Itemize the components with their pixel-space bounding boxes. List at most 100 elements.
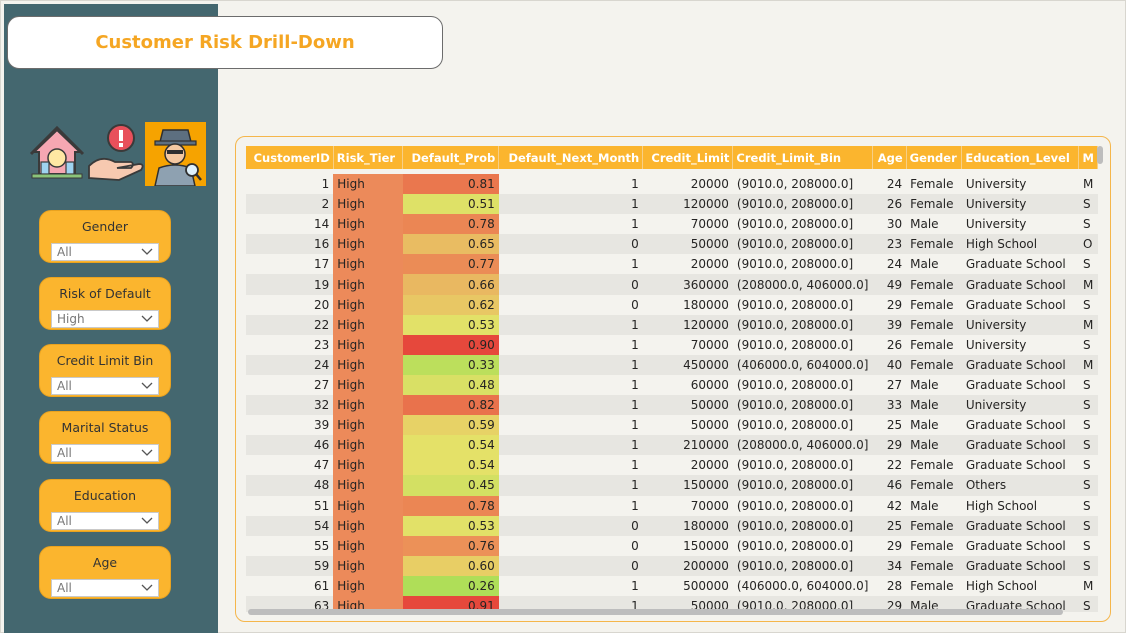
table-cell: 120000 <box>642 314 733 335</box>
table-cell: (9010.0, 208000.0] <box>732 415 873 436</box>
table-row[interactable]: 27 High 0.48 1 60000 (9010.0, 208000.0] 27 Male… <box>246 374 1098 396</box>
table-row[interactable]: 54 High 0.53 0 180000 (9010.0, 208000.0] 25 Fem… <box>246 515 1098 536</box>
slicer-credit-limit-bin[interactable]: Credit Limit Bin All <box>39 344 171 397</box>
column-header[interactable]: Education_Level <box>961 146 1080 169</box>
table-cell: 29 <box>872 294 907 315</box>
table-cell: 23 <box>872 234 907 255</box>
table-row[interactable]: 51 High 0.78 1 70000 (9010.0, 208000.0] 42 Male… <box>246 495 1098 516</box>
table-cell: High <box>333 515 403 536</box>
slicer-dropdown[interactable]: All <box>51 512 159 530</box>
table-cell: 46 <box>246 435 334 456</box>
table-row[interactable]: 46 High 0.54 1 210000 (208000.0, 406000.0] 29 M… <box>246 435 1098 456</box>
table-cell: 47 <box>246 455 334 476</box>
column-header[interactable]: Gender <box>906 146 963 169</box>
table-row[interactable]: 20 High 0.62 0 180000 (9010.0, 208000.0] 29 Fem… <box>246 294 1098 315</box>
customer-table-viewport[interactable]: CustomerID Risk_Tier Default_Prob Defaul… <box>246 146 1098 612</box>
table-cell: S <box>1078 515 1098 536</box>
horizontal-scrollbar[interactable] <box>248 609 1063 615</box>
slicer-gender[interactable]: Gender All <box>39 210 171 263</box>
table-cell: 0 <box>498 234 643 255</box>
slicer-dropdown[interactable]: All <box>51 377 159 395</box>
table-cell: 30 <box>872 214 907 235</box>
table-row[interactable]: 24 High 0.33 1 450000 (406000.0, 604000.0] 40 F… <box>246 354 1098 375</box>
table-cell: 24 <box>872 174 907 195</box>
slicer-education[interactable]: Education All <box>39 479 171 532</box>
slicer-dropdown[interactable]: All <box>51 579 159 597</box>
table-row[interactable]: 48 High 0.45 1 150000 (9010.0, 208000.0] 46 Fem… <box>246 475 1098 496</box>
slicer-value: High <box>57 312 85 326</box>
table-cell: 70000 <box>642 334 733 355</box>
table-row[interactable]: 32 High 0.82 1 50000 (9010.0, 208000.0] 33 Male… <box>246 395 1098 416</box>
table-cell: O <box>1078 234 1098 255</box>
table-cell: High <box>333 415 403 436</box>
table-cell: High <box>333 194 403 215</box>
table-row[interactable]: 17 High 0.77 1 20000 (9010.0, 208000.0] 24 Male… <box>246 254 1098 275</box>
column-header[interactable]: CustomerID <box>246 146 334 169</box>
column-header[interactable]: Default_Prob <box>402 146 500 169</box>
table-cell: 0 <box>498 555 643 576</box>
table-row[interactable]: 16 High 0.65 0 50000 (9010.0, 208000.0] 23 Fema… <box>246 234 1098 255</box>
house-icon <box>28 122 88 186</box>
table-cell: 0.45 <box>402 475 499 496</box>
table-cell: 0 <box>498 294 643 315</box>
table-cell: 0.54 <box>402 455 499 476</box>
table-cell: Male <box>906 254 962 275</box>
table-cell: High <box>333 234 403 255</box>
table-cell: 24 <box>246 354 334 375</box>
slicer-risk-of-default[interactable]: Risk of Default High <box>39 277 171 330</box>
table-row[interactable]: 47 High 0.54 1 20000 (9010.0, 208000.0] 22 Fema… <box>246 455 1098 476</box>
table-row[interactable]: 22 High 0.53 1 120000 (9010.0, 208000.0] 39 Fem… <box>246 314 1098 335</box>
table-row[interactable]: 2 High 0.51 1 120000 (9010.0, 208000.0] 26 Fema… <box>246 194 1098 215</box>
table-cell: Female <box>906 475 962 496</box>
table-row[interactable]: 59 High 0.60 0 200000 (9010.0, 208000.0] 34 Fem… <box>246 555 1098 576</box>
table-cell: High <box>333 354 403 375</box>
table-cell: High <box>333 395 403 416</box>
table-cell: M <box>1078 354 1098 375</box>
column-header[interactable]: Credit_Limit <box>642 146 734 169</box>
table-cell: 40 <box>872 354 907 375</box>
table-cell: (9010.0, 208000.0] <box>732 194 873 215</box>
chevron-down-icon <box>141 382 153 389</box>
table-row[interactable]: 23 High 0.90 1 70000 (9010.0, 208000.0] 26 Fema… <box>246 334 1098 355</box>
table-row[interactable]: 1 High 0.81 1 20000 (9010.0, 208000.0] 24 Femal… <box>246 174 1098 195</box>
table-cell: Graduate School <box>961 354 1079 375</box>
table-cell: (9010.0, 208000.0] <box>732 495 873 516</box>
slicer-dropdown[interactable]: All <box>51 243 159 261</box>
table-cell: 0 <box>498 274 643 295</box>
table-row[interactable]: 61 High 0.26 1 500000 (406000.0, 604000.0] 28 F… <box>246 575 1098 596</box>
table-cell: (208000.0, 406000.0] <box>732 274 873 295</box>
vertical-scrollbar[interactable] <box>1097 146 1103 164</box>
table-cell: Male <box>906 374 962 396</box>
column-header[interactable]: Default_Next_Month <box>498 146 644 169</box>
column-header[interactable]: Age <box>872 146 907 169</box>
slicer-dropdown[interactable]: High <box>51 310 159 328</box>
table-cell: Female <box>906 535 962 556</box>
table-cell: 33 <box>872 395 907 416</box>
table-cell: 50000 <box>642 395 733 416</box>
table-cell: Female <box>906 555 962 576</box>
table-row[interactable]: 55 High 0.76 0 150000 (9010.0, 208000.0] 29 Fem… <box>246 535 1098 556</box>
table-cell: 0.53 <box>402 314 499 335</box>
table-cell: 20000 <box>642 254 733 275</box>
table-row[interactable]: 14 High 0.78 1 70000 (9010.0, 208000.0] 30 Male… <box>246 214 1098 235</box>
table-row[interactable]: 39 High 0.59 1 50000 (9010.0, 208000.0] 25 Male… <box>246 415 1098 436</box>
table-cell: 34 <box>872 555 907 576</box>
table-cell: 0.76 <box>402 535 499 556</box>
table-cell: (9010.0, 208000.0] <box>732 314 873 335</box>
column-header[interactable]: Credit_Limit_Bin <box>732 146 873 169</box>
table-cell: 27 <box>872 374 907 396</box>
table-cell: Graduate School <box>961 535 1079 556</box>
slicer-dropdown[interactable]: All <box>51 444 159 462</box>
table-cell: Female <box>906 515 962 536</box>
column-header[interactable]: M <box>1078 146 1098 169</box>
slicer-marital-status[interactable]: Marital Status All <box>39 411 171 464</box>
table-cell: 1 <box>498 395 643 416</box>
table-cell: High <box>333 294 403 315</box>
chevron-down-icon <box>141 449 153 456</box>
table-cell: Others <box>961 475 1079 496</box>
table-cell: 1 <box>498 334 643 355</box>
table-cell: 70000 <box>642 495 733 516</box>
column-header[interactable]: Risk_Tier <box>333 146 404 169</box>
slicer-age[interactable]: Age All <box>39 546 171 599</box>
table-row[interactable]: 19 High 0.66 0 360000 (208000.0, 406000.0] 49 F… <box>246 274 1098 295</box>
